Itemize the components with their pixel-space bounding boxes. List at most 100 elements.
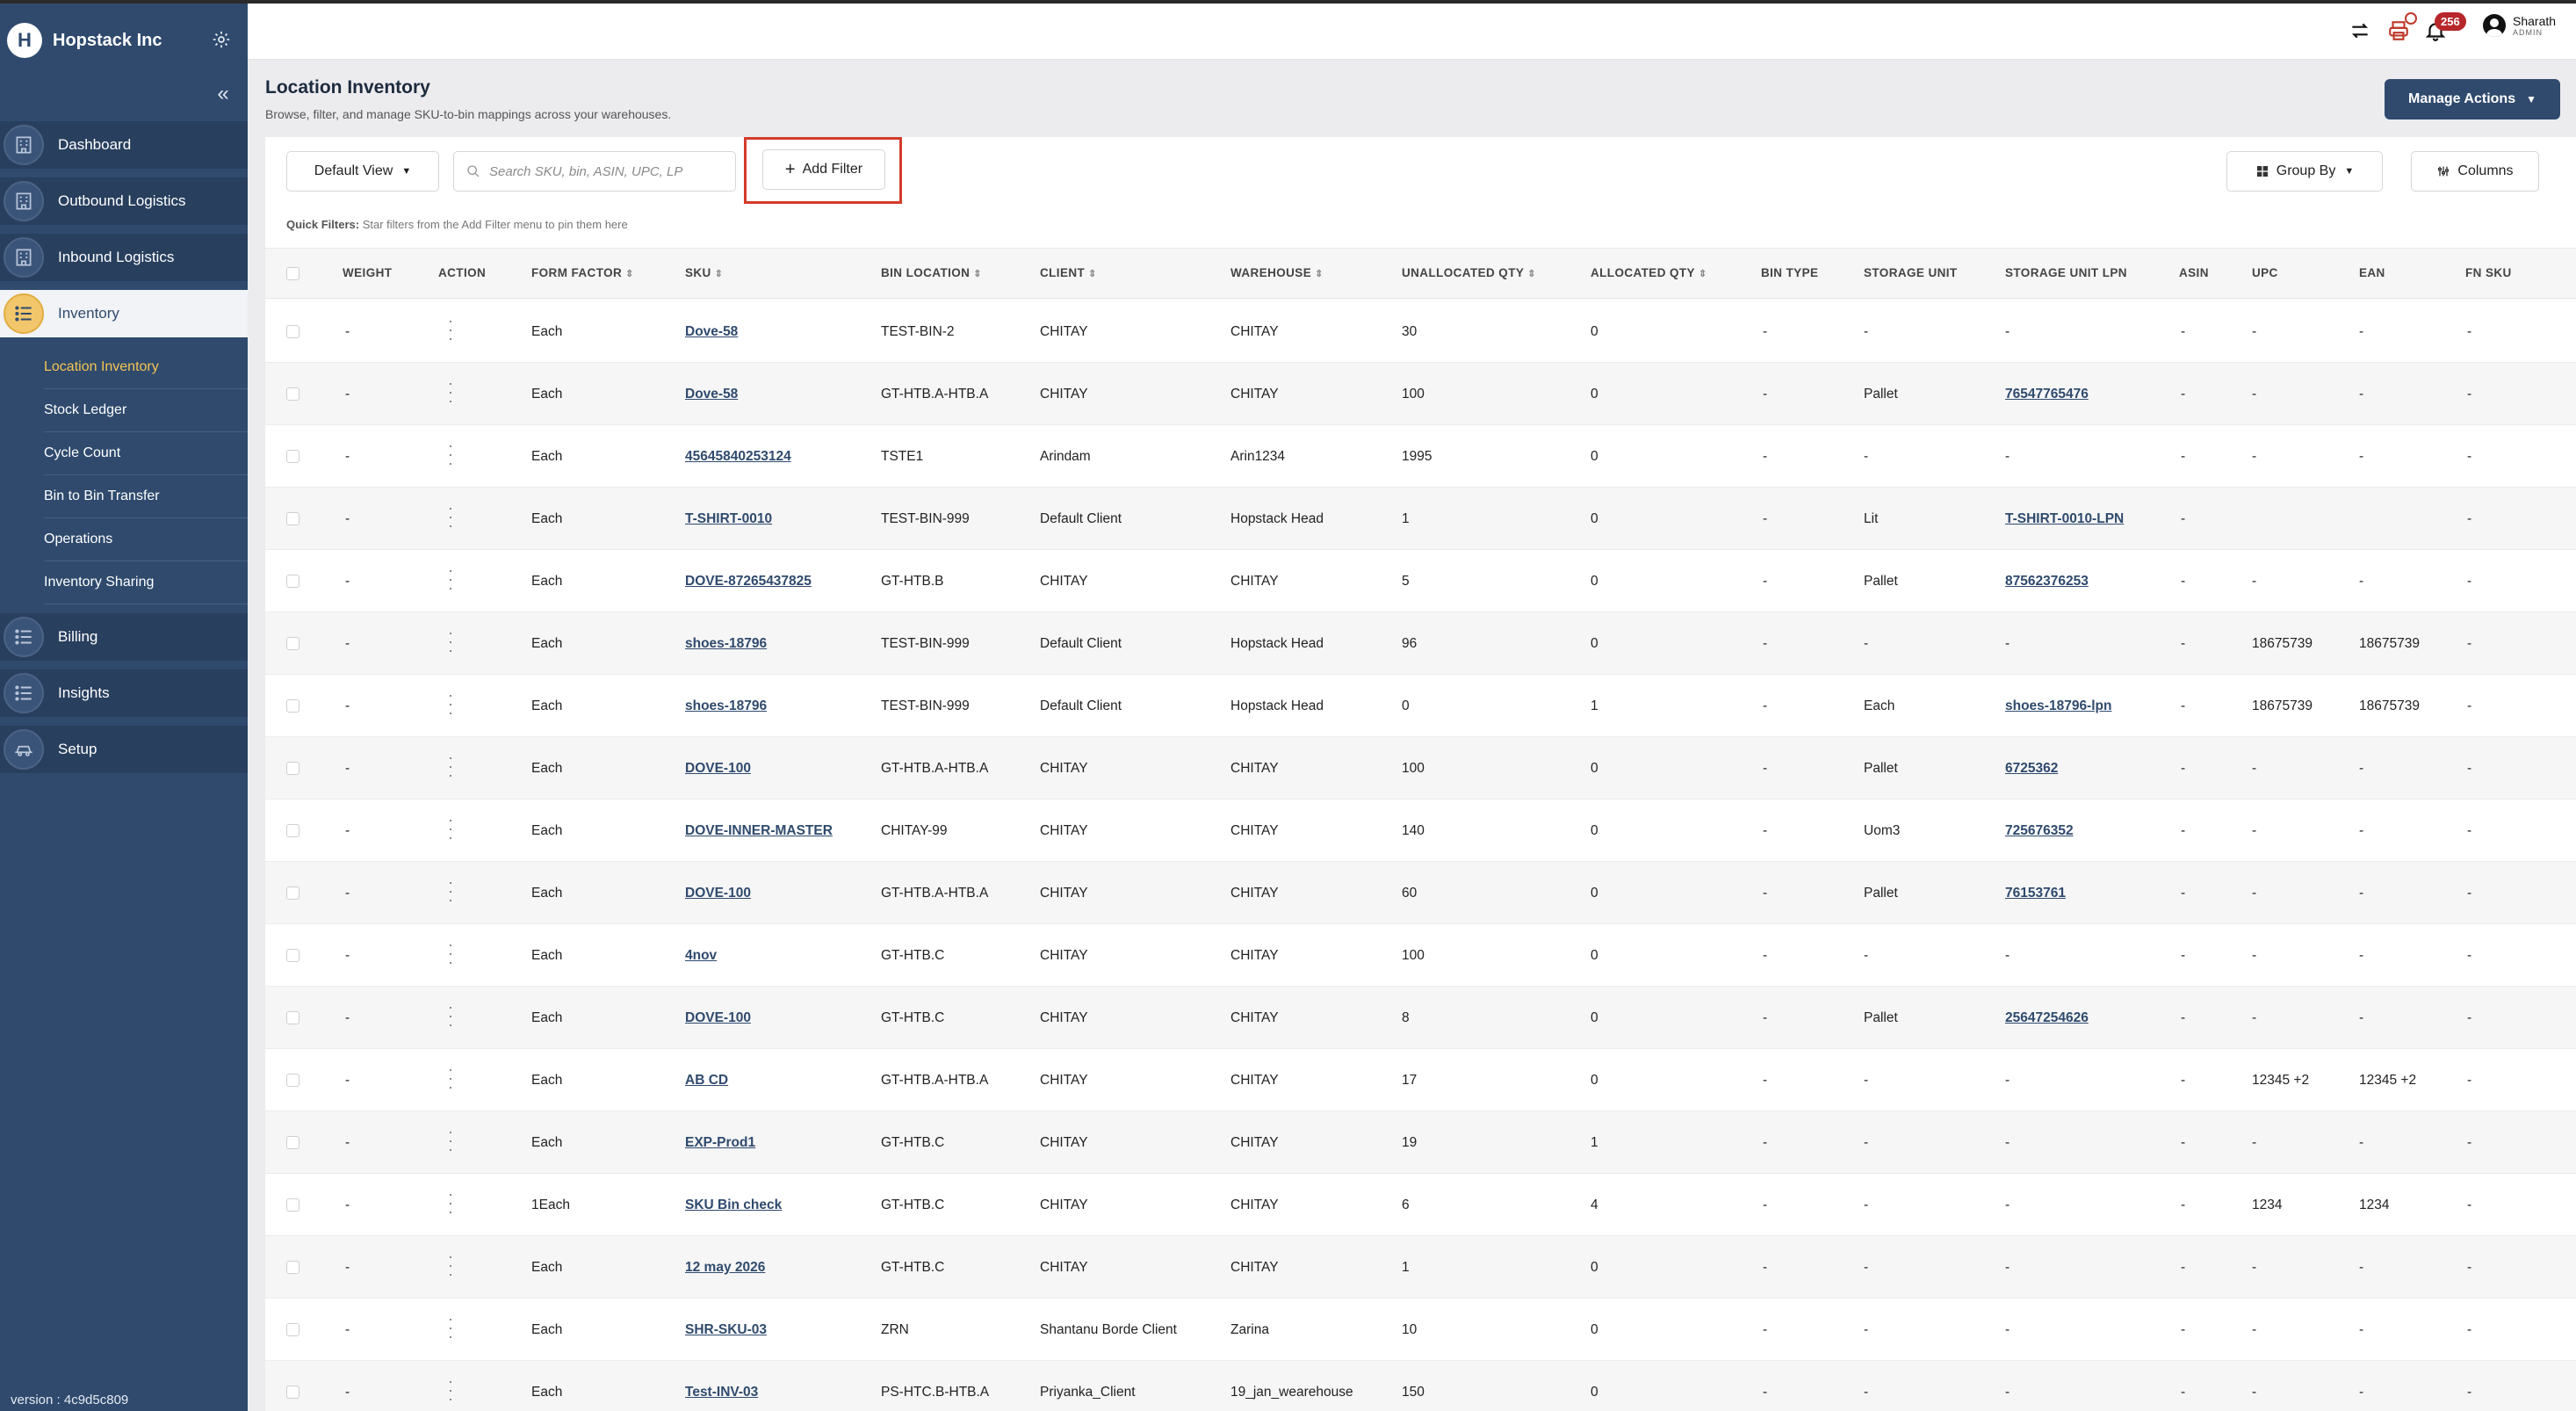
- cell-sku[interactable]: 4nov: [685, 948, 717, 964]
- cell-storage-unit-lpn[interactable]: 725676352: [2005, 823, 2074, 839]
- sidebar-item-inventory[interactable]: Inventory: [0, 290, 248, 337]
- sidebar-item-setup[interactable]: Setup: [0, 726, 248, 773]
- row-actions-kebab-icon[interactable]: · · ·: [448, 1124, 453, 1157]
- row-checkbox[interactable]: [286, 1074, 299, 1087]
- row-checkbox[interactable]: [286, 637, 299, 650]
- cell-storage-unit-lpn[interactable]: 76153761: [2005, 886, 2066, 901]
- table-row[interactable]: · · · - Each 45645840253124 TSTE1 Arindam Arin12…: [265, 425, 2576, 488]
- row-actions-kebab-icon[interactable]: · · ·: [448, 937, 453, 970]
- table-row[interactable]: · · · - Each DOVE-87265437825 GT-HTB.B CHITAY CH…: [265, 550, 2576, 612]
- table-row[interactable]: · · · - Each Test-INV-03 PS-HTC.B-HTB.A Priyank…: [265, 1361, 2576, 1411]
- table-row[interactable]: · · · - Each Dove-58 GT-HTB.A-HTB.A CHITAY CHITA…: [265, 363, 2576, 425]
- table-row[interactable]: · · · - Each AB CD GT-HTB.A-HTB.A CHITAY CHITAY 1…: [265, 1049, 2576, 1111]
- column-header-warehouse[interactable]: WAREHOUSE ⇕: [1230, 266, 1324, 279]
- search-input[interactable]: Search SKU, bin, ASIN, UPC, LP: [453, 151, 736, 192]
- cell-sku[interactable]: DOVE-87265437825: [685, 574, 812, 590]
- table-row[interactable]: · · · - Each DOVE-100 GT-HTB.A-HTB.A CHITAY CHIT…: [265, 737, 2576, 800]
- row-checkbox[interactable]: [286, 699, 299, 713]
- cell-storage-unit-lpn[interactable]: 6725362: [2005, 761, 2058, 777]
- table-row[interactable]: · · · - Each Dove-58 TEST-BIN-2 CHITAY CHITAY 30 0…: [265, 300, 2576, 363]
- sidebar-subitem-bin-to-bin-transfer[interactable]: Bin to Bin Transfer: [44, 475, 248, 518]
- cell-sku[interactable]: shoes-18796: [685, 698, 767, 714]
- row-checkbox[interactable]: [286, 949, 299, 962]
- row-checkbox[interactable]: [286, 1136, 299, 1149]
- table-row[interactable]: · · · - Each 4nov GT-HTB.C CHITAY CHITAY 100 0 - - - -…: [265, 924, 2576, 987]
- row-actions-kebab-icon[interactable]: · · ·: [448, 1061, 453, 1095]
- manage-actions-button[interactable]: Manage Actions ▼: [2385, 79, 2560, 119]
- column-header-form-factor[interactable]: FORM FACTOR ⇕: [531, 266, 634, 279]
- collapse-sidebar-icon[interactable]: «: [213, 83, 234, 105]
- table-row[interactable]: · · · - Each 12 may 2026 GT-HTB.C CHITAY CHITAY 1…: [265, 1236, 2576, 1299]
- row-actions-kebab-icon[interactable]: · · ·: [448, 812, 453, 845]
- row-checkbox[interactable]: [286, 824, 299, 837]
- row-actions-kebab-icon[interactable]: · · ·: [448, 749, 453, 783]
- sidebar-item-billing[interactable]: Billing: [0, 613, 248, 661]
- row-actions-kebab-icon[interactable]: · · ·: [448, 313, 453, 346]
- cell-storage-unit-lpn[interactable]: 25647254626: [2005, 1010, 2089, 1026]
- sidebar-item-outbound-logistics[interactable]: Outbound Logistics: [0, 177, 248, 225]
- table-row[interactable]: · · · - Each EXP-Prod1 GT-HTB.C CHITAY CHITAY 19 1…: [265, 1111, 2576, 1174]
- column-header-unallocated-qty[interactable]: UNALLOCATED QTY ⇕: [1402, 266, 1536, 279]
- column-header-allocated-qty[interactable]: ALLOCATED QTY ⇕: [1591, 266, 1707, 279]
- cell-sku[interactable]: shoes-18796: [685, 636, 767, 652]
- columns-button[interactable]: Columns: [2411, 151, 2539, 192]
- row-actions-kebab-icon[interactable]: · · ·: [448, 999, 453, 1032]
- sidebar-subitem-stock-ledger[interactable]: Stock Ledger: [44, 389, 248, 432]
- cell-sku[interactable]: DOVE-100: [685, 1010, 751, 1026]
- sidebar-subitem-cycle-count[interactable]: Cycle Count: [44, 432, 248, 475]
- row-actions-kebab-icon[interactable]: · · ·: [448, 874, 453, 908]
- row-checkbox[interactable]: [286, 1011, 299, 1024]
- row-actions-kebab-icon[interactable]: · · ·: [448, 1311, 453, 1344]
- row-actions-kebab-icon[interactable]: · · ·: [448, 1248, 453, 1282]
- cell-sku[interactable]: Dove-58: [685, 387, 738, 402]
- sidebar-subitem-location-inventory[interactable]: Location Inventory: [44, 346, 248, 389]
- row-checkbox[interactable]: [286, 512, 299, 525]
- cell-storage-unit-lpn[interactable]: 87562376253: [2005, 574, 2089, 590]
- table-row[interactable]: · · · - 1Each SKU Bin check GT-HTB.C CHITAY CHIT…: [265, 1174, 2576, 1236]
- table-row[interactable]: · · · - Each shoes-18796 TEST-BIN-999 Default C…: [265, 675, 2576, 737]
- cell-storage-unit-lpn[interactable]: T-SHIRT-0010-LPN: [2005, 511, 2124, 527]
- cell-sku[interactable]: 45645840253124: [685, 449, 791, 465]
- row-checkbox[interactable]: [286, 450, 299, 463]
- row-actions-kebab-icon[interactable]: · · ·: [448, 438, 453, 471]
- table-row[interactable]: · · · - Each T-SHIRT-0010 TEST-BIN-999 Default …: [265, 488, 2576, 550]
- table-row[interactable]: · · · - Each DOVE-100 GT-HTB.C CHITAY CHITAY 8 0 - P…: [265, 987, 2576, 1049]
- row-checkbox[interactable]: [286, 325, 299, 338]
- row-checkbox[interactable]: [286, 1386, 299, 1399]
- group-by-button[interactable]: Group By ▼: [2226, 151, 2383, 192]
- sidebar-item-dashboard[interactable]: Dashboard: [0, 121, 248, 169]
- row-actions-kebab-icon[interactable]: · · ·: [448, 500, 453, 533]
- cell-sku[interactable]: Dove-58: [685, 324, 738, 340]
- row-checkbox[interactable]: [286, 1198, 299, 1212]
- select-all-checkbox[interactable]: [286, 267, 299, 280]
- sidebar-item-inbound-logistics[interactable]: Inbound Logistics: [0, 234, 248, 281]
- row-actions-kebab-icon[interactable]: · · ·: [448, 1186, 453, 1219]
- cell-sku[interactable]: SHR-SKU-03: [685, 1322, 767, 1338]
- cell-sku[interactable]: DOVE-100: [685, 886, 751, 901]
- sidebar-subitem-inventory-sharing[interactable]: Inventory Sharing: [44, 561, 248, 604]
- cell-sku[interactable]: DOVE-100: [685, 761, 751, 777]
- row-checkbox[interactable]: [286, 1323, 299, 1336]
- sidebar-item-insights[interactable]: Insights: [0, 669, 248, 717]
- row-actions-kebab-icon[interactable]: · · ·: [448, 1373, 453, 1407]
- cell-sku[interactable]: AB CD: [685, 1073, 728, 1089]
- cell-sku[interactable]: 12 may 2026: [685, 1260, 765, 1276]
- table-row[interactable]: · · · - Each DOVE-INNER-MASTER CHITAY-99 CHITAY…: [265, 800, 2576, 862]
- cell-sku[interactable]: EXP-Prod1: [685, 1135, 755, 1151]
- printer-icon[interactable]: [2385, 12, 2417, 44]
- row-actions-kebab-icon[interactable]: · · ·: [448, 375, 453, 409]
- cell-sku[interactable]: DOVE-INNER-MASTER: [685, 823, 833, 839]
- cell-sku[interactable]: Test-INV-03: [685, 1385, 758, 1400]
- cell-storage-unit-lpn[interactable]: 76547765476: [2005, 387, 2089, 402]
- column-header-bin-location[interactable]: BIN LOCATION ⇕: [881, 266, 982, 279]
- row-checkbox[interactable]: [286, 762, 299, 775]
- sidebar-subitem-operations[interactable]: Operations: [44, 518, 248, 561]
- cell-sku[interactable]: SKU Bin check: [685, 1198, 782, 1213]
- row-actions-kebab-icon[interactable]: · · ·: [448, 687, 453, 720]
- row-checkbox[interactable]: [286, 886, 299, 900]
- row-checkbox[interactable]: [286, 1261, 299, 1274]
- row-checkbox[interactable]: [286, 387, 299, 401]
- view-selector[interactable]: Default View ▼: [286, 151, 439, 192]
- table-row[interactable]: · · · - Each shoes-18796 TEST-BIN-999 Default C…: [265, 612, 2576, 675]
- column-header-client[interactable]: CLIENT ⇕: [1040, 266, 1097, 279]
